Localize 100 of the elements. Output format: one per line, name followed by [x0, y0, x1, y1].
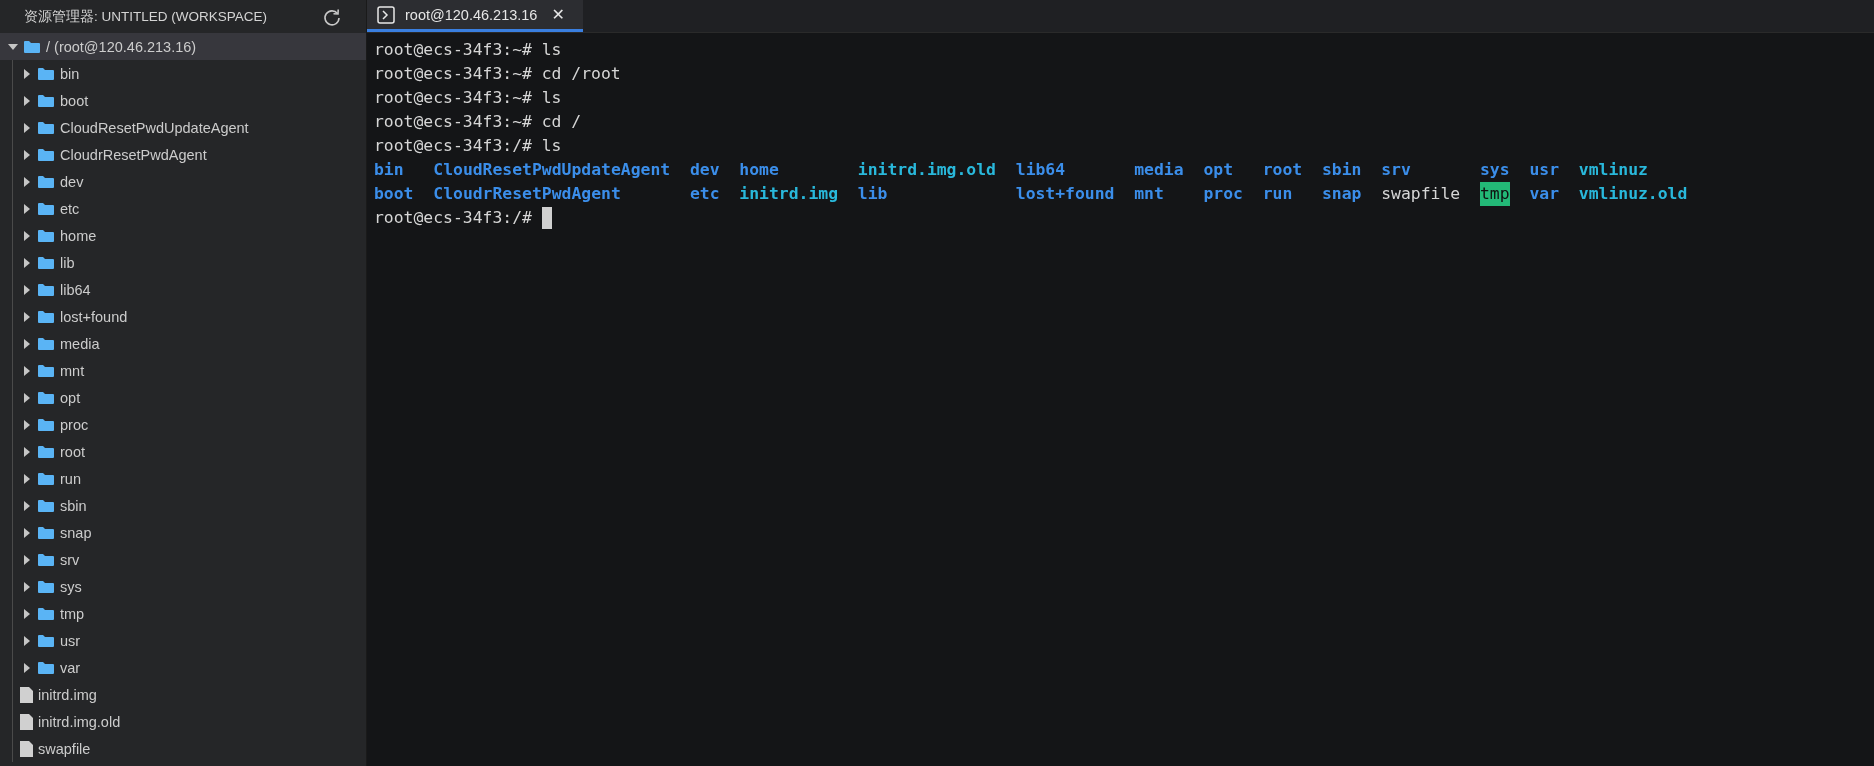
text-cursor: [541, 207, 552, 229]
file-icon: [20, 686, 33, 703]
tree-item[interactable]: media: [0, 330, 366, 357]
file-name: proc: [1203, 183, 1243, 205]
folder-icon: [38, 607, 54, 620]
tree-item[interactable]: CloudResetPwdUpdateAgent: [0, 114, 366, 141]
tree-item[interactable]: tmp: [0, 600, 366, 627]
folder-icon: [38, 526, 54, 539]
caret-icon: [8, 41, 18, 52]
tree-item[interactable]: sbin: [0, 492, 366, 519]
file-name: sys: [1480, 159, 1510, 181]
file-name: var: [1529, 183, 1559, 205]
tree-item[interactable]: swapfile: [0, 735, 366, 762]
tree-item[interactable]: lost+found: [0, 303, 366, 330]
folder-icon: [38, 553, 54, 566]
file-icon: [20, 740, 33, 757]
file-name: srv: [1381, 159, 1412, 181]
file-name: opt: [1203, 159, 1234, 181]
tree-item[interactable]: initrd.img: [0, 681, 366, 708]
file-name: tmp: [1480, 182, 1510, 206]
file-name: etc: [689, 183, 720, 205]
folder-icon: [38, 229, 54, 242]
folder-icon: [38, 94, 54, 107]
file-name: lib: [857, 183, 889, 205]
file-name: root: [1262, 159, 1303, 181]
caret-icon: [22, 392, 32, 403]
tree-item[interactable]: sys: [0, 573, 366, 600]
folder-icon: [24, 40, 40, 53]
caret-icon: [22, 149, 32, 160]
folder-icon: [38, 661, 54, 674]
tree-item[interactable]: opt: [0, 384, 366, 411]
caret-icon: [22, 338, 32, 349]
file-name: initrd.img.old: [857, 159, 996, 181]
file-name: boot: [374, 183, 414, 205]
terminal-icon: [377, 5, 395, 24]
tree-item[interactable]: boot: [0, 87, 366, 114]
file-name: swapfile: [1381, 183, 1461, 205]
tree-item[interactable]: home: [0, 222, 366, 249]
file-name: dev: [689, 159, 720, 181]
caret-icon: [22, 581, 32, 592]
folder-icon: [38, 364, 54, 377]
tree-item[interactable]: var: [0, 654, 366, 681]
caret-icon: [22, 176, 32, 187]
file-name: home: [739, 159, 780, 181]
caret-icon: [22, 662, 32, 673]
file-name: CloudrResetPwdAgent: [433, 183, 622, 205]
folder-icon: [38, 256, 54, 269]
terminal-line: root@ecs-34f3:~# cd /: [374, 111, 583, 133]
folder-icon: [38, 580, 54, 593]
folder-icon: [38, 418, 54, 431]
explorer-title: 资源管理器: UNTITLED (WORKSPACE): [24, 7, 267, 26]
folder-icon: [38, 175, 54, 188]
tree-item[interactable]: dev: [0, 168, 366, 195]
tree-item[interactable]: mnt: [0, 357, 366, 384]
folder-icon: [38, 283, 54, 296]
tree-item[interactable]: root: [0, 438, 366, 465]
tree-item[interactable]: run: [0, 465, 366, 492]
tree-item[interactable]: usr: [0, 627, 366, 654]
folder-icon: [38, 337, 54, 350]
terminal-line: root@ecs-34f3:~# ls: [374, 87, 563, 109]
tree-item[interactable]: proc: [0, 411, 366, 438]
caret-icon: [22, 446, 32, 457]
folder-icon: [38, 445, 54, 458]
folder-icon: [38, 472, 54, 485]
tree-item[interactable]: snap: [0, 519, 366, 546]
file-name: vmlinuz.old: [1578, 183, 1688, 205]
caret-icon: [22, 365, 32, 376]
caret-icon: [22, 122, 32, 133]
tree-item[interactable]: bin: [0, 60, 366, 87]
caret-icon: [22, 284, 32, 295]
file-name: sbin: [1321, 159, 1362, 181]
file-name: initrd.img: [739, 183, 838, 205]
tree-item[interactable]: etc: [0, 195, 366, 222]
folder-icon: [38, 148, 54, 161]
caret-icon: [22, 311, 32, 322]
caret-icon: [22, 203, 32, 214]
folder-icon: [38, 121, 54, 134]
folder-icon: [38, 202, 54, 215]
tree-item[interactable]: initrd.img.old: [0, 708, 366, 735]
refresh-icon[interactable]: [322, 6, 342, 27]
tree-item[interactable]: lib: [0, 249, 366, 276]
tree-item[interactable]: / (root@120.46.213.16): [0, 33, 366, 60]
tree-item[interactable]: CloudrResetPwdAgent: [0, 141, 366, 168]
tree-item[interactable]: lib64: [0, 276, 366, 303]
caret-icon: [22, 608, 32, 619]
file-name: CloudResetPwdUpdateAgent: [433, 159, 671, 181]
tree-item[interactable]: srv: [0, 546, 366, 573]
terminal-tab[interactable]: root@120.46.213.16 ✕: [367, 0, 583, 32]
caret-icon: [22, 95, 32, 106]
close-button[interactable]: ✕: [547, 5, 569, 24]
file-name: lost+found: [1015, 183, 1115, 205]
caret-icon: [22, 473, 32, 484]
file-icon: [20, 713, 33, 730]
file-name: bin: [374, 159, 405, 181]
caret-icon: [22, 257, 32, 268]
file-name: run: [1262, 183, 1294, 205]
caret-icon: [22, 635, 32, 646]
caret-icon: [22, 419, 32, 430]
file-name: media: [1134, 159, 1184, 181]
file-name: vmlinuz: [1578, 159, 1649, 181]
